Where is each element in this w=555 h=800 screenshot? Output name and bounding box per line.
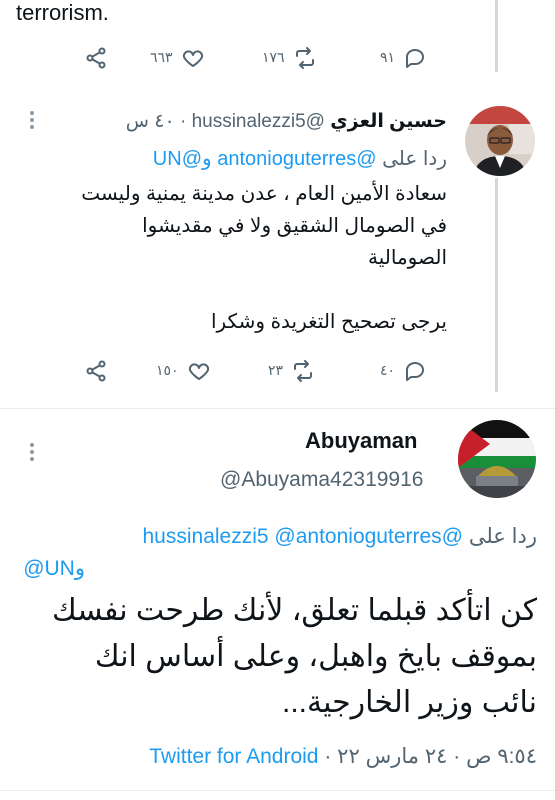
retweet-icon (294, 360, 313, 382)
like-count: ١٥٠ (156, 363, 179, 379)
retweet-count: ١٧٦ (262, 50, 285, 66)
retweet-icon (295, 47, 314, 69)
meta-separator: · (453, 745, 461, 768)
reply-to-line: ردا على @hussinalezzi5 @antonioguterres (142, 524, 537, 549)
mention-link[interactable]: @UN (153, 148, 202, 170)
tweet2-text: كن اتأكد قبلما تعلق، لأنك طرحت نفسك بموق… (17, 588, 537, 726)
retweet-button[interactable]: ١٧٦ (262, 44, 317, 72)
tweet-divider (0, 408, 555, 409)
tweet0-actions: ٦٦٣ ١٧٦ ٩١ (0, 44, 555, 72)
share-button[interactable] (84, 357, 108, 385)
more-options-icon[interactable] (27, 108, 37, 132)
tweet-text-fragment: terrorism. (16, 0, 109, 25)
tweet-line: كن اتأكد قبلما تعلق، لأنك طرحت نفسك (52, 594, 537, 627)
retweet-count: ٢٣ (268, 363, 284, 379)
mention-link[interactable]: @antonioguterres (274, 525, 441, 548)
tweet1-text: سعادة الأمين العام ، عدن مدينة يمنية ولي… (27, 178, 447, 338)
like-count: ٦٦٣ (150, 50, 173, 66)
reply-button[interactable]: ٩١ (380, 44, 427, 72)
reply-button[interactable]: ٤٠ (380, 357, 427, 385)
avatar[interactable] (458, 420, 536, 498)
tweet-time[interactable]: ٩:٥٤ ص (466, 745, 537, 768)
display-name[interactable]: Abuyaman (305, 428, 417, 454)
like-button[interactable]: ١٥٠ (156, 357, 211, 385)
tweet-line: في الصومال الشقيق ولا في مقديشوا (142, 215, 447, 237)
like-icon (188, 363, 209, 380)
reply-prefix: ردا على (468, 525, 537, 548)
user-handle[interactable]: @Abuyama42319916 (220, 468, 423, 492)
mention-link[interactable]: @antonioguterres (217, 148, 376, 170)
tweet-line: نائب وزير الخارجية... (282, 686, 537, 719)
timestamp[interactable]: ٤٠ س (126, 111, 175, 132)
tweet-source-link[interactable]: Twitter for Android (149, 745, 318, 768)
reply-to-line-cont: @UNو (23, 556, 85, 581)
reply-icon (406, 49, 425, 68)
tweet-line: سعادة الأمين العام ، عدن مدينة يمنية ولي… (81, 183, 447, 205)
mention-conjunction: و (202, 148, 212, 170)
tweet-divider (0, 790, 555, 791)
user-handle[interactable]: @hussinalezzi5 (192, 111, 325, 132)
meta-separator: · (324, 745, 332, 768)
avatar[interactable] (465, 106, 535, 176)
reply-icon (406, 362, 425, 381)
display-name[interactable]: حسين العزي (330, 111, 447, 132)
reply-count: ٩١ (380, 50, 396, 66)
tweet-date[interactable]: ٢٤ مارس ٢٢ (337, 745, 447, 768)
like-button[interactable]: ٦٦٣ (150, 44, 205, 72)
tweet-line: بموقف بايخ واهبل، وعلى أساس انك (94, 640, 537, 673)
share-icon (86, 360, 106, 382)
retweet-button[interactable]: ٢٣ (268, 357, 315, 385)
mention-conjunction: و (74, 557, 85, 580)
tweet-meta: ٩:٥٤ ص · ٢٤ مارس ٢٢ · Twitter for Androi… (149, 744, 537, 769)
reply-count: ٤٠ (380, 363, 396, 379)
like-icon (182, 50, 203, 67)
more-options-icon[interactable] (27, 440, 37, 464)
mention-link[interactable]: @UN (23, 557, 75, 580)
tweet-line: يرجى تصحيح التغريدة وشكرا (210, 311, 447, 333)
tweet-line: الصومالية (368, 247, 447, 269)
reply-prefix: ردا على (382, 148, 447, 170)
tweet1-header: حسين العزي @hussinalezzi5 · ٤٠ س (126, 110, 447, 133)
tweet1-actions: ١٥٠ ٢٣ ٤٠ (0, 357, 555, 385)
reply-to-line: ردا على @antonioguterres و@UN (153, 146, 447, 171)
share-button[interactable] (84, 44, 108, 72)
separator-dot: · (179, 111, 187, 132)
share-icon (86, 47, 106, 69)
